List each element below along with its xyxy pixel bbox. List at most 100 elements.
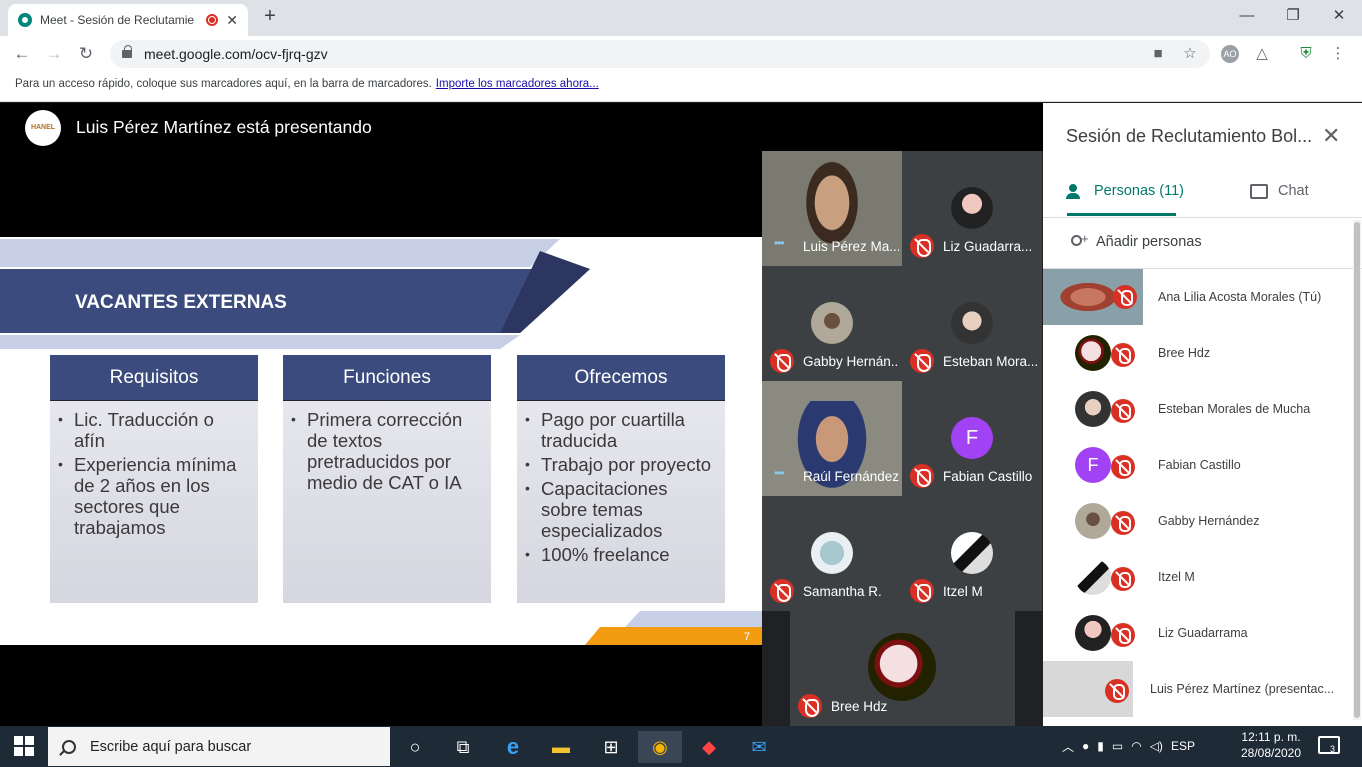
avatar: [1075, 391, 1111, 427]
clock-date: 28/08/2020: [1240, 746, 1302, 760]
participant-tile[interactable]: ••• Luis Pérez Ma...: [762, 151, 902, 266]
participant-row[interactable]: Itzel M: [1043, 549, 1353, 605]
participant-tile[interactable]: Bree Hdz: [790, 611, 1015, 726]
add-people-button[interactable]: Añadir personas: [1068, 231, 1202, 250]
participant-tile[interactable]: Samantha R.: [762, 496, 902, 611]
participant-tile[interactable]: Itzel M: [902, 496, 1042, 611]
presentation-slide: VACANTES EXTERNAS Requisitos Lic. Traduc…: [0, 237, 762, 645]
participant-row[interactable]: Gabby Hernández: [1043, 493, 1353, 549]
profile-extension-icon[interactable]: AO: [1218, 42, 1242, 66]
store-icon[interactable]: ⊞: [594, 731, 628, 763]
add-people-label: Añadir personas: [1096, 234, 1202, 250]
tab-title: Meet - Sesión de Reclutamie: [40, 13, 195, 27]
mic-off-icon: [910, 349, 934, 373]
anydesk-icon[interactable]: ◆: [692, 731, 726, 763]
tab-close-icon[interactable]: ✕: [226, 12, 238, 29]
mail-icon[interactable]: ✉: [742, 731, 776, 763]
camera-icon[interactable]: ■: [1146, 42, 1170, 66]
avatar: [951, 187, 993, 229]
mic-off-icon: [1111, 623, 1135, 647]
import-bookmarks-link[interactable]: Importe los marcadores ahora...: [436, 78, 599, 90]
url-text: meet.google.com/ocv-fjrq-gzv: [144, 46, 328, 62]
participant-row[interactable]: Bree Hdz: [1043, 325, 1353, 381]
add-person-icon: [1068, 231, 1089, 250]
mic-off-icon: [798, 694, 822, 718]
notification-center-icon[interactable]: 3: [1318, 736, 1340, 754]
panel-close-button[interactable]: ✕: [1322, 123, 1340, 149]
participant-tile[interactable]: F Fabian Castillo: [902, 381, 1042, 496]
clock-time: 12:11 p. m.: [1241, 730, 1301, 744]
taskbar-clock[interactable]: 12:11 p. m. 28/08/2020: [1236, 729, 1306, 761]
tab-people[interactable]: Personas (11): [1066, 183, 1184, 199]
participant-name: Luis Pérez Martínez (presentac...: [1150, 682, 1335, 696]
network-error-icon[interactable]: ●: [1082, 739, 1089, 753]
tab-chat-label: Chat: [1278, 183, 1309, 199]
speaking-indicator-icon: •••: [774, 466, 785, 480]
participant-tile[interactable]: Gabby Hernán...: [762, 266, 902, 381]
edge-icon[interactable]: e: [496, 731, 530, 763]
drive-extension-icon[interactable]: △: [1250, 42, 1274, 66]
mic-off-icon: [1111, 567, 1135, 591]
taskbar-search-input[interactable]: Escribe aquí para buscar: [48, 727, 390, 766]
task-view-icon[interactable]: ⧉: [446, 731, 480, 763]
mic-off-icon: [1111, 399, 1135, 423]
battery-icon[interactable]: ▭: [1112, 739, 1123, 753]
avatar: [951, 532, 993, 574]
slide-page-number: 7: [744, 631, 751, 643]
chrome-icon[interactable]: ◉: [638, 731, 682, 763]
search-placeholder: Escribe aquí para buscar: [90, 738, 252, 755]
browser-tab-meet[interactable]: Meet - Sesión de Reclutamie ✕: [8, 4, 248, 36]
forward-button[interactable]: →: [42, 42, 66, 66]
bookmark-star-icon[interactable]: ☆: [1178, 42, 1202, 66]
participant-row[interactable]: Liz Guadarrama: [1043, 605, 1353, 661]
avatar: [868, 633, 936, 701]
slide-footer-accent: [585, 611, 762, 645]
mic-off-icon: [1111, 511, 1135, 535]
volume-icon[interactable]: ◁): [1150, 739, 1163, 753]
avatar: F: [1075, 447, 1111, 483]
address-bar[interactable]: meet.google.com/ocv-fjrq-gzv: [110, 40, 1210, 68]
new-tab-button[interactable]: +: [258, 5, 282, 28]
shield-extension-icon[interactable]: ⛨: [1294, 42, 1318, 66]
participant-tile[interactable]: Esteban Mora...: [902, 266, 1042, 381]
slide-column-ofrecemos: Ofrecemos Pago por cuartilla traducida T…: [517, 355, 725, 603]
tile-name: Fabian Castillo: [943, 469, 1033, 484]
tray-expand-icon[interactable]: ︿: [1062, 738, 1074, 755]
file-explorer-icon[interactable]: ▬: [544, 731, 578, 763]
participant-tile[interactable]: ••• Raúl Fernández: [762, 381, 902, 496]
participant-row[interactable]: Ana Lilia Acosta Morales (Tú): [1043, 269, 1353, 325]
panel-scrollbar-thumb[interactable]: [1354, 222, 1360, 718]
back-button[interactable]: ←: [10, 42, 34, 66]
menu-kebab-icon[interactable]: ⋮: [1326, 42, 1350, 66]
meet-favicon-icon: [18, 13, 32, 27]
wifi-icon[interactable]: ◠: [1131, 739, 1141, 753]
participant-tile[interactable]: Liz Guadarra...: [902, 151, 1042, 266]
mic-off-icon: [770, 579, 794, 603]
tab-chat[interactable]: Chat: [1250, 183, 1309, 199]
tab-people-label: Personas (11): [1094, 183, 1184, 199]
tile-name: Gabby Hernán...: [803, 354, 899, 369]
avatar: [811, 532, 853, 574]
maximize-button[interactable]: ❐: [1270, 4, 1316, 30]
cortana-icon[interactable]: ○: [398, 731, 432, 763]
close-window-button[interactable]: ✕: [1316, 4, 1362, 30]
speaker-off-icon: [1105, 679, 1129, 703]
mic-off-icon: [910, 234, 934, 258]
microphone-icon[interactable]: ▮: [1097, 739, 1104, 753]
reload-button[interactable]: ↻: [74, 42, 98, 66]
tile-name: Samantha R.: [803, 584, 882, 599]
windows-start-button[interactable]: [14, 736, 34, 756]
participant-row[interactable]: Luis Pérez Martínez (presentac...: [1043, 661, 1353, 717]
mic-off-icon: [1111, 455, 1135, 479]
presenter-logo-avatar: HANEL: [25, 110, 61, 146]
avatar: [1075, 615, 1111, 651]
input-language[interactable]: ESP: [1171, 739, 1195, 753]
participant-row[interactable]: Esteban Morales de Mucha: [1043, 381, 1353, 437]
participant-row[interactable]: F Fabian Castillo: [1043, 437, 1353, 493]
chat-icon: [1250, 183, 1268, 199]
panel-title: Sesión de Reclutamiento Bol...: [1066, 126, 1313, 146]
minimize-button[interactable]: —: [1224, 4, 1270, 30]
slide-title: VACANTES EXTERNAS: [75, 292, 287, 313]
list-item: Primera corrección de textos pretraducid…: [291, 409, 481, 493]
slide-column-funciones: Funciones Primera corrección de textos p…: [283, 355, 491, 603]
